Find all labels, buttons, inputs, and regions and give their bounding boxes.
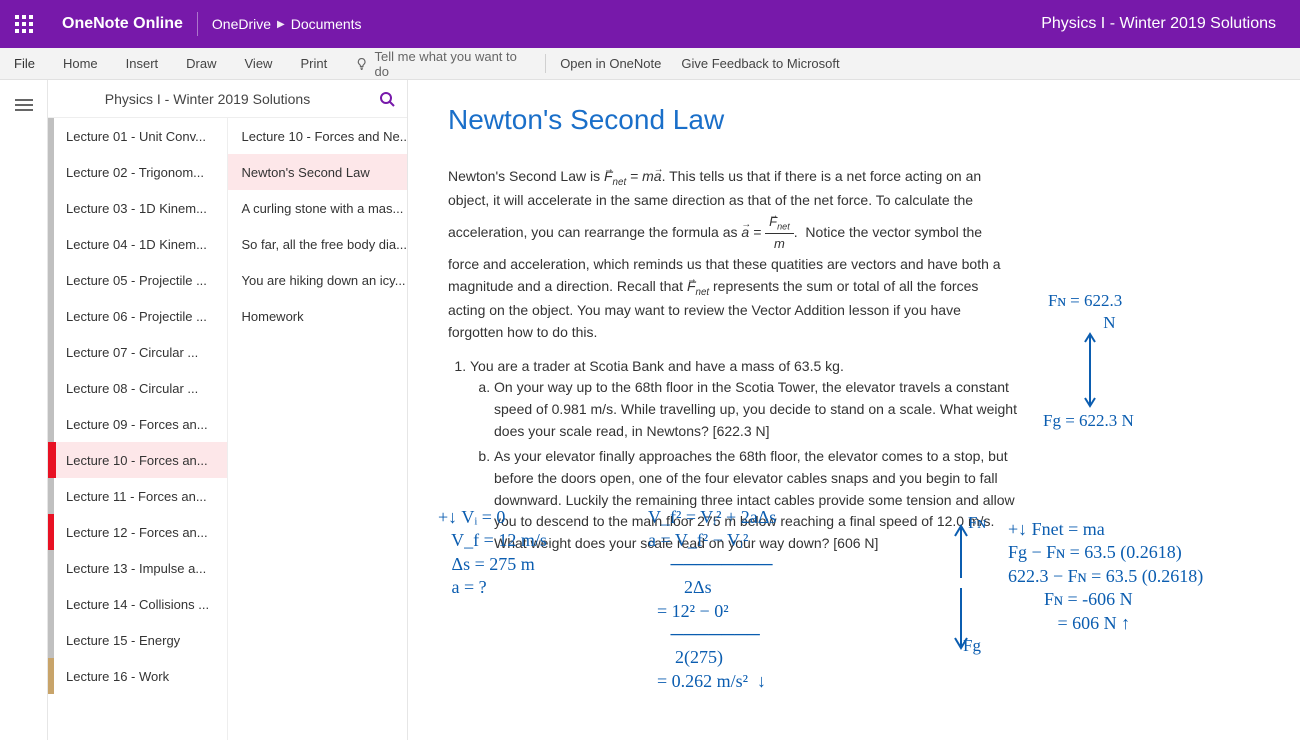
tab-draw[interactable]: Draw xyxy=(172,48,230,79)
section-list[interactable]: Lecture 01 - Unit Conv...Lecture 02 - Tr… xyxy=(48,118,228,740)
section-item[interactable]: Lecture 07 - Circular ... xyxy=(48,334,227,370)
section-item[interactable]: Lecture 03 - 1D Kinem... xyxy=(48,190,227,226)
page-canvas[interactable]: Newton's Second Law Newton's Second Law … xyxy=(408,80,1300,740)
section-item[interactable]: Lecture 05 - Projectile ... xyxy=(48,262,227,298)
ink-fbd-arrow-2 xyxy=(946,518,976,658)
notebook-title[interactable]: Physics I - Winter 2019 Solutions xyxy=(1041,15,1300,33)
q1-stem: You are a trader at Scotia Bank and have… xyxy=(470,358,844,374)
ink-fbd-arrow-1 xyxy=(1080,330,1100,410)
tab-file[interactable]: File xyxy=(0,48,49,79)
section-item[interactable]: Lecture 16 - Work xyxy=(48,658,227,694)
open-in-onenote[interactable]: Open in OneNote xyxy=(550,56,671,71)
page-item[interactable]: Lecture 10 - Forces and Ne... xyxy=(228,118,408,154)
breadcrumb: OneDrive ▶ Documents xyxy=(198,16,362,32)
lightbulb-icon xyxy=(355,57,368,71)
intro-before: Newton's Second Law is xyxy=(448,168,604,184)
tab-view[interactable]: View xyxy=(231,48,287,79)
tab-print[interactable]: Print xyxy=(286,48,341,79)
q1a: On your way up to the 68th floor in the … xyxy=(494,377,1028,442)
ribbon: File Home Insert Draw View Print Tell me… xyxy=(0,48,1300,80)
section-item[interactable]: Lecture 09 - Forces an... xyxy=(48,406,227,442)
page-item[interactable]: So far, all the free body dia... xyxy=(228,226,408,262)
page-item[interactable]: Newton's Second Law xyxy=(228,154,408,190)
ink-fn-top: Fɴ = 622.3 N xyxy=(1048,290,1122,334)
nav-rail xyxy=(0,80,48,740)
section-item[interactable]: Lecture 11 - Forces an... xyxy=(48,478,227,514)
page-list[interactable]: Lecture 10 - Forces and Ne...Newton's Se… xyxy=(228,118,408,740)
nav-search-button[interactable] xyxy=(367,91,407,107)
tab-home[interactable]: Home xyxy=(49,48,112,79)
navigation-pane: Physics I - Winter 2019 Solutions Lectur… xyxy=(48,80,408,740)
section-item[interactable]: Lecture 06 - Projectile ... xyxy=(48,298,227,334)
section-item[interactable]: Lecture 08 - Circular ... xyxy=(48,370,227,406)
tab-insert[interactable]: Insert xyxy=(112,48,173,79)
intro-after: . Notice the vector symbol the force and… xyxy=(448,224,1001,340)
section-item[interactable]: Lecture 14 - Collisions ... xyxy=(48,586,227,622)
breadcrumb-root[interactable]: OneDrive xyxy=(212,16,271,32)
section-item[interactable]: Lecture 12 - Forces an... xyxy=(48,514,227,550)
section-item[interactable]: Lecture 13 - Impulse a... xyxy=(48,550,227,586)
problem-1[interactable]: You are a trader at Scotia Bank and have… xyxy=(448,356,1028,555)
search-icon xyxy=(379,91,395,107)
tell-me-search[interactable]: Tell me what you want to do xyxy=(341,48,541,79)
title-bar: OneNote Online OneDrive ▶ Documents Phys… xyxy=(0,0,1300,48)
section-item[interactable]: Lecture 10 - Forces an... xyxy=(48,442,227,478)
nav-toggle-button[interactable] xyxy=(9,90,39,120)
section-item[interactable]: Lecture 04 - 1D Kinem... xyxy=(48,226,227,262)
tell-me-placeholder: Tell me what you want to do xyxy=(375,49,528,79)
page-title[interactable]: Newton's Second Law xyxy=(448,104,1260,136)
section-item[interactable]: Lecture 15 - Energy xyxy=(48,622,227,658)
page-item[interactable]: Homework xyxy=(228,298,408,334)
waffle-icon xyxy=(15,15,33,33)
nav-notebook-title[interactable]: Physics I - Winter 2019 Solutions xyxy=(48,91,367,107)
ink-fg-top: Fg = 622.3 N xyxy=(1043,410,1134,432)
ink-newton2: +↓ Fnet = ma Fg − Fɴ = 63.5 (0.2618) 622… xyxy=(1008,518,1203,635)
section-item[interactable]: Lecture 02 - Trigonom... xyxy=(48,154,227,190)
chevron-right-icon: ▶ xyxy=(277,19,285,30)
give-feedback[interactable]: Give Feedback to Microsoft xyxy=(671,56,849,71)
breadcrumb-folder[interactable]: Documents xyxy=(291,16,362,32)
page-body[interactable]: Newton's Second Law is Fnet = ma. This t… xyxy=(448,166,1008,344)
divider xyxy=(545,54,546,73)
app-name[interactable]: OneNote Online xyxy=(48,15,197,33)
app-launcher-button[interactable] xyxy=(0,0,48,48)
section-item[interactable]: Lecture 01 - Unit Conv... xyxy=(48,118,227,154)
page-item[interactable]: A curling stone with a mas... xyxy=(228,190,408,226)
page-item[interactable]: You are hiking down an icy... xyxy=(228,262,408,298)
